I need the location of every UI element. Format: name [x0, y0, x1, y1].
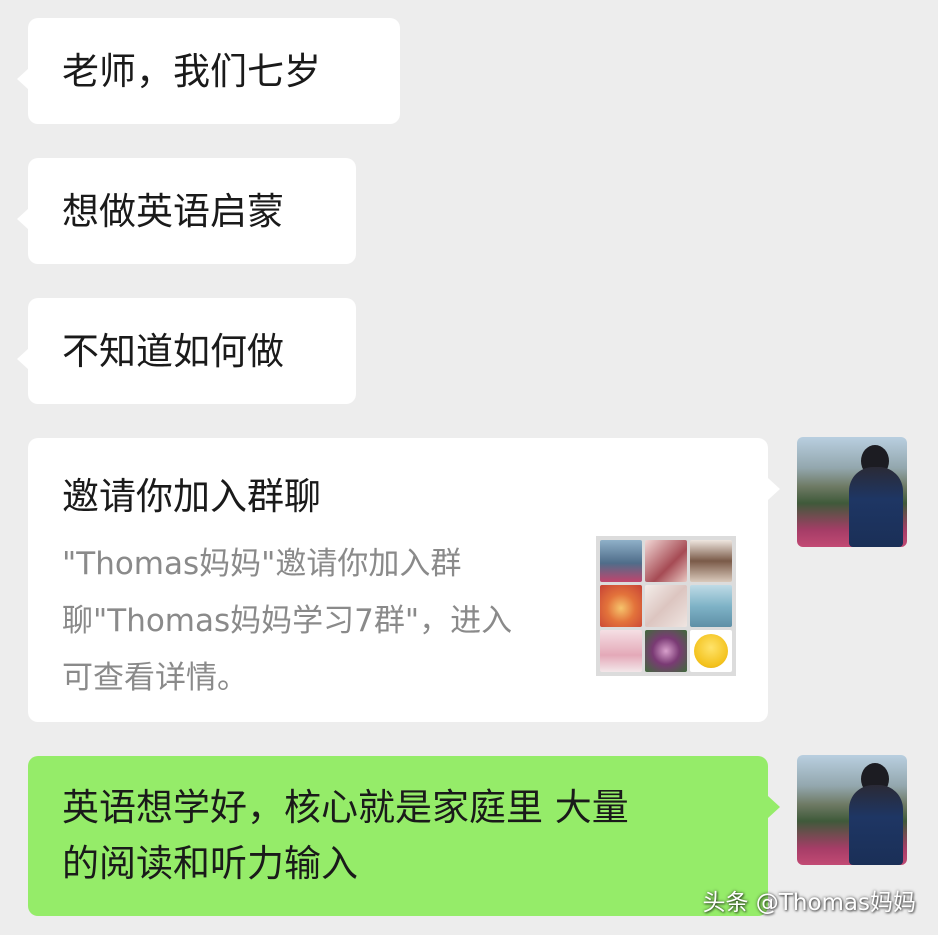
message-text: 老师，我们七岁: [62, 50, 321, 93]
invite-description: "Thomas妈妈"邀请你加入群 聊"Thomas妈妈学习7群"，进入 可查看详…: [62, 536, 582, 707]
sender-avatar[interactable]: [797, 755, 907, 865]
invite-description-line: 可查看详情。: [62, 660, 248, 696]
group-invite-card[interactable]: 邀请你加入群聊 "Thomas妈妈"邀请你加入群 聊"Thomas妈妈学习7群"…: [28, 438, 780, 722]
message-bubble-incoming[interactable]: 不知道如何做: [17, 298, 356, 404]
message-bubble-incoming[interactable]: 想做英语启蒙: [17, 158, 356, 264]
message-text-line: 英语想学好，核心就是家庭里 大量: [62, 786, 629, 829]
member-avatar: [645, 585, 687, 627]
invite-description-line: "Thomas妈妈"邀请你加入群: [62, 546, 462, 582]
watermark: 头条 @Thomas妈妈: [702, 890, 917, 916]
message-text-line: 的阅读和听力输入: [62, 842, 358, 885]
member-avatar: [600, 540, 642, 582]
message-text: 想做英语启蒙: [62, 190, 284, 233]
message-bubble-incoming[interactable]: 老师，我们七岁: [17, 18, 400, 124]
message-text: 不知道如何做: [62, 330, 284, 373]
group-avatar-icon: [596, 536, 736, 676]
member-avatar: [600, 630, 642, 672]
invite-title: 邀请你加入群聊: [62, 475, 321, 518]
member-avatar: [690, 630, 732, 672]
sender-avatar[interactable]: [797, 437, 907, 547]
message-text: 英语想学好，核心就是家庭里 大量 的阅读和听力输入: [62, 780, 629, 892]
member-avatar: [600, 585, 642, 627]
message-bubble-outgoing[interactable]: 英语想学好，核心就是家庭里 大量 的阅读和听力输入: [28, 756, 780, 916]
member-avatar: [690, 540, 732, 582]
member-avatar: [645, 540, 687, 582]
avatar-photo-detail: [849, 785, 903, 865]
invite-description-line: 聊"Thomas妈妈学习7群"，进入: [62, 603, 513, 639]
member-avatar: [645, 630, 687, 672]
avatar-photo-detail: [849, 467, 903, 547]
member-avatar: [690, 585, 732, 627]
